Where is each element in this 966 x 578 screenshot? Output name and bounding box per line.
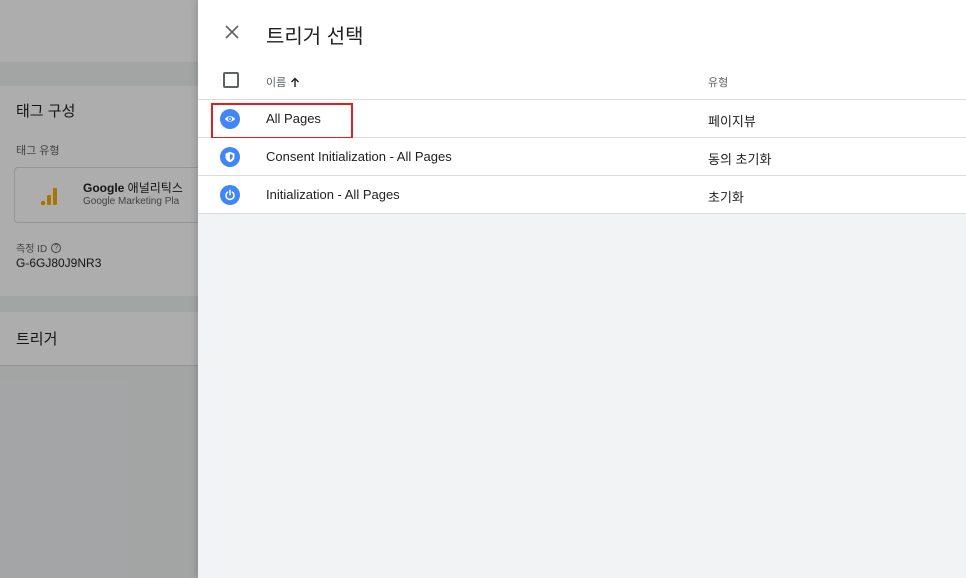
trigger-name: All Pages	[266, 111, 321, 126]
column-header-type[interactable]: 유형	[708, 74, 728, 90]
column-header-name-label: 이름	[266, 77, 287, 89]
trigger-table: 이름 유형 All Pages 페이지뷰 Consent Initializat…	[198, 62, 966, 214]
power-icon	[220, 185, 240, 205]
table-header: 이름 유형	[198, 62, 966, 100]
select-all-checkbox[interactable]	[223, 72, 239, 88]
trigger-type: 페이지뷰	[708, 114, 756, 129]
trigger-row-all-pages[interactable]: All Pages 페이지뷰	[198, 100, 966, 139]
close-icon	[225, 25, 239, 39]
trigger-row-initialization[interactable]: Initialization - All Pages 초기화	[198, 176, 966, 214]
modal-backdrop[interactable]	[0, 0, 198, 578]
trigger-type: 동의 초기화	[708, 152, 772, 167]
trigger-select-dialog: 트리거 선택 이름 유형 All Pages 페이지뷰 Consent Init…	[198, 0, 966, 578]
shield-icon	[220, 147, 240, 167]
trigger-row-consent-initialization[interactable]: Consent Initialization - All Pages 동의 초기…	[198, 138, 966, 176]
sort-ascending-icon	[291, 77, 300, 87]
dialog-header: 트리거 선택	[198, 0, 966, 62]
trigger-type: 초기화	[708, 190, 744, 205]
trigger-name: Initialization - All Pages	[266, 187, 400, 202]
tag-editor-background: 태그 구성 태그 유형 Google 애널리틱스 Google Marketin…	[0, 0, 198, 578]
eye-icon	[220, 109, 240, 129]
column-header-name[interactable]: 이름	[266, 74, 300, 90]
close-button[interactable]	[220, 20, 244, 44]
dialog-title: 트리거 선택	[266, 26, 364, 48]
trigger-name: Consent Initialization - All Pages	[266, 149, 452, 164]
